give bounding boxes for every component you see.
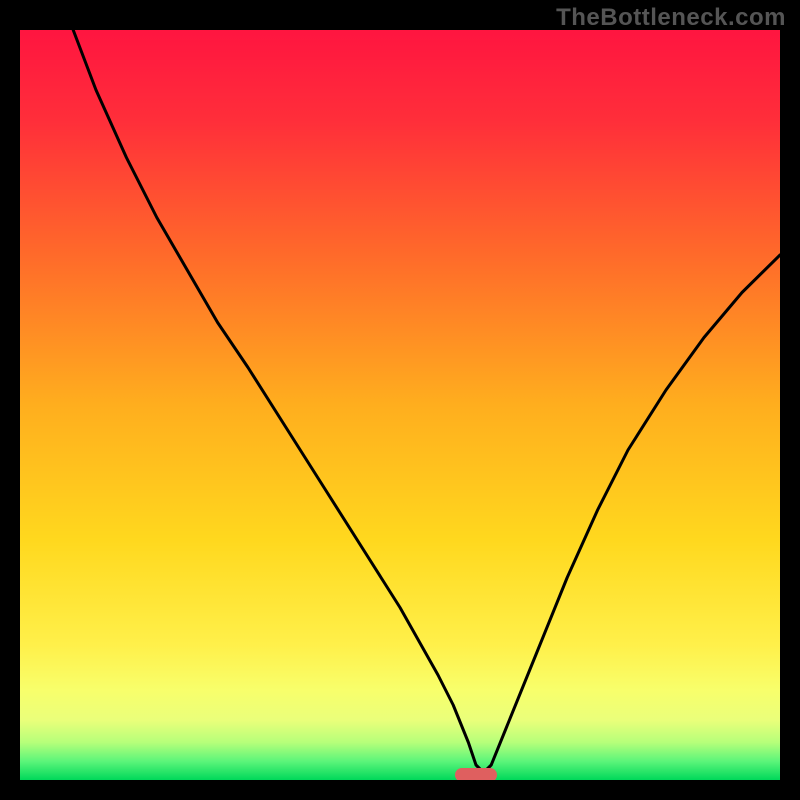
bottleneck-chart-svg — [20, 30, 780, 780]
chart-frame: TheBottleneck.com — [0, 0, 800, 800]
watermark-text: TheBottleneck.com — [556, 4, 786, 32]
plot-area — [20, 30, 780, 780]
gradient-background — [20, 30, 780, 780]
minimum-marker — [455, 768, 497, 780]
